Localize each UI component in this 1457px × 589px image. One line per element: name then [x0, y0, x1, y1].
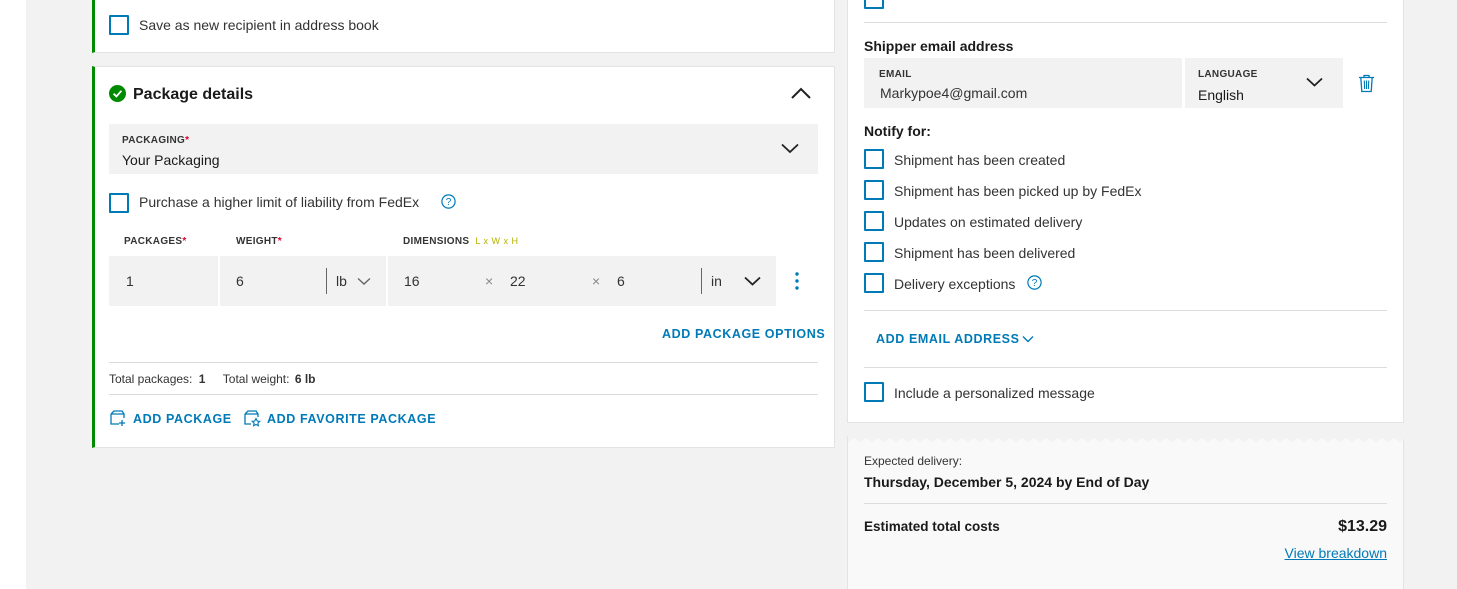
- svg-text:?: ?: [1032, 278, 1038, 289]
- more-options-icon[interactable]: [795, 272, 799, 290]
- notify-created-label: Shipment has been created: [894, 152, 1066, 168]
- divider: [109, 394, 818, 395]
- times-separator: ×: [592, 273, 601, 289]
- weight-divider: [326, 268, 327, 294]
- weight-input[interactable]: 6 lb: [220, 256, 386, 306]
- height-value[interactable]: 6: [617, 273, 625, 289]
- dimension-unit-select[interactable]: in: [711, 273, 722, 289]
- notify-for-title: Notify for:: [864, 123, 931, 139]
- email-value: Markypoe4@gmail.com: [880, 85, 1028, 101]
- length-value[interactable]: 16: [404, 273, 420, 289]
- total-weight-label: Total weight:: [222, 372, 290, 386]
- help-icon[interactable]: ?: [1027, 275, 1042, 290]
- chevron-down-icon: [1306, 77, 1323, 87]
- save-recipient-label: Save as new recipient in address book: [139, 17, 379, 33]
- dimension-divider: [701, 268, 702, 294]
- chevron-down-icon[interactable]: [1022, 335, 1034, 343]
- totals-line: Total packages: 1 Total weight: 6 lb: [109, 372, 315, 386]
- weight-column-label: WEIGHT*: [236, 236, 282, 247]
- add-package-options-link[interactable]: ADD PACKAGE OPTIONS: [662, 327, 825, 341]
- expected-delivery-value: Thursday, December 5, 2024 by End of Day: [864, 474, 1150, 490]
- notify-picked-up-label: Shipment has been picked up by FedEx: [894, 183, 1142, 199]
- packaging-label: PACKAGING*: [122, 135, 190, 146]
- svg-text:?: ?: [446, 197, 452, 208]
- notify-exceptions-checkbox[interactable]: [864, 273, 884, 293]
- packages-input[interactable]: 1: [109, 256, 218, 306]
- liability-label: Purchase a higher limit of liability fro…: [139, 194, 420, 210]
- partial-checkbox[interactable]: [864, 0, 884, 9]
- packages-column-label: PACKAGES*: [124, 236, 187, 247]
- dimensions-input[interactable]: 16 × 22 × 6 in: [388, 256, 776, 306]
- email-label: EMAIL: [879, 69, 912, 80]
- weight-unit-select[interactable]: lb: [336, 273, 347, 289]
- chevron-down-icon: [744, 276, 761, 286]
- liability-checkbox[interactable]: [109, 193, 129, 213]
- chevron-down-icon: [781, 143, 799, 154]
- add-favorite-package-button[interactable]: ADD FAVORITE PACKAGE: [267, 412, 436, 426]
- notify-delivered-label: Shipment has been delivered: [894, 245, 1076, 261]
- package-details-title: Package details: [133, 86, 254, 103]
- notify-created-checkbox[interactable]: [864, 149, 884, 169]
- weight-value: 6: [236, 273, 244, 289]
- chevron-down-icon: [357, 277, 371, 286]
- width-value[interactable]: 22: [510, 273, 526, 289]
- divider: [864, 503, 1387, 504]
- chevron-up-icon[interactable]: [790, 86, 812, 100]
- divider: [109, 362, 818, 363]
- divider: [864, 310, 1387, 311]
- personal-message-label: Include a personalized message: [894, 385, 1095, 401]
- total-packages-value: 1: [198, 372, 206, 386]
- packages-value: 1: [126, 273, 134, 289]
- receipt-top-edge: [848, 436, 1405, 442]
- expected-delivery-label: Expected delivery:: [864, 454, 963, 468]
- times-separator: ×: [485, 273, 494, 289]
- total-packages-label: Total packages:: [109, 372, 193, 386]
- package-details-card: Package details PACKAGING* Your Packagin…: [92, 66, 835, 448]
- dimensions-hint: L x W x H: [475, 236, 519, 246]
- dimensions-column-label: DIMENSIONS L x W x H: [403, 236, 519, 247]
- packaging-select[interactable]: PACKAGING* Your Packaging: [109, 124, 818, 174]
- notify-estimated-checkbox[interactable]: [864, 211, 884, 231]
- add-package-button[interactable]: ADD PACKAGE: [133, 412, 232, 426]
- favorite-package-icon[interactable]: [243, 409, 261, 427]
- notify-delivered-checkbox[interactable]: [864, 242, 884, 262]
- estimated-total-value: $13.29: [1338, 518, 1387, 535]
- notify-exceptions-label: Delivery exceptions: [894, 276, 1016, 292]
- divider: [864, 367, 1387, 368]
- view-breakdown-link[interactable]: View breakdown: [1285, 545, 1387, 561]
- packaging-value: Your Packaging: [122, 152, 220, 168]
- add-email-address-button[interactable]: ADD EMAIL ADDRESS: [876, 332, 1020, 346]
- check-circle-icon: [109, 85, 126, 102]
- estimated-total-label: Estimated total costs: [864, 519, 1000, 534]
- language-select[interactable]: LANGUAGE English: [1185, 58, 1343, 108]
- language-label: LANGUAGE: [1198, 69, 1258, 80]
- divider: [864, 22, 1387, 23]
- save-recipient-checkbox[interactable]: [109, 15, 129, 35]
- summary-receipt: Expected delivery: Thursday, December 5,…: [847, 436, 1405, 589]
- email-input[interactable]: EMAIL Markypoe4@gmail.com: [864, 58, 1182, 108]
- personal-message-checkbox[interactable]: [864, 382, 884, 402]
- language-value: English: [1198, 87, 1244, 103]
- total-weight-value: 6 lb: [294, 372, 316, 386]
- notify-picked-up-checkbox[interactable]: [864, 180, 884, 200]
- shipper-email-title: Shipper email address: [864, 38, 1014, 54]
- recipient-card: Save as new recipient in address book: [92, 0, 835, 53]
- add-package-icon[interactable]: [109, 409, 127, 427]
- notify-estimated-label: Updates on estimated delivery: [894, 214, 1083, 230]
- notifications-card: Shipper email address EMAIL Markypoe4@gm…: [847, 0, 1404, 423]
- trash-icon[interactable]: [1358, 74, 1375, 93]
- help-icon[interactable]: ?: [441, 194, 456, 209]
